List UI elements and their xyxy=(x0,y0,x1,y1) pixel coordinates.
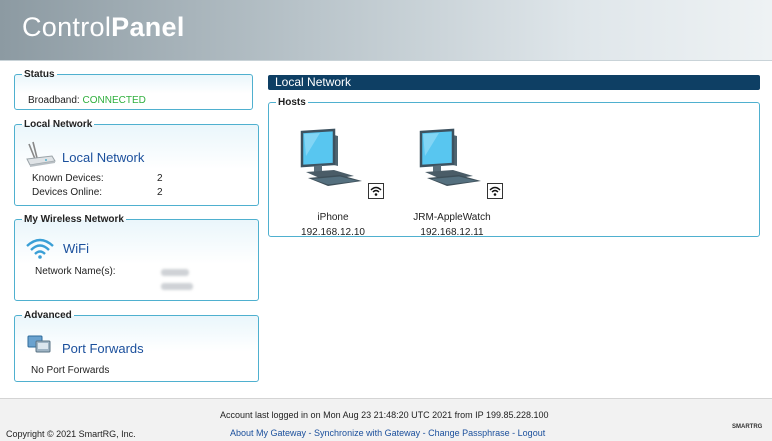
local-network-link[interactable]: Local Network xyxy=(62,150,144,165)
link-separator: - xyxy=(306,428,315,438)
main-title-bar: Local Network xyxy=(268,75,760,90)
main-title: Local Network xyxy=(275,75,352,89)
advanced-panel: Advanced Port Forwards No Port Forwards xyxy=(14,310,259,382)
broadband-status: Broadband: CONNECTED xyxy=(28,95,146,106)
synchronize-gateway-link[interactable]: Synchronize with Gateway xyxy=(314,428,420,438)
wireless-panel: My Wireless Network WiFi Network Name(s)… xyxy=(14,214,259,301)
host-ip: 192.168.12.10 xyxy=(301,227,365,238)
logo-part1: Control xyxy=(22,12,112,42)
link-separator: - xyxy=(509,428,518,438)
port-forward-icon xyxy=(25,330,53,359)
network-name-1-redacted xyxy=(161,269,189,276)
host-name: iPhone xyxy=(317,212,349,223)
devices-online-label: Devices Online: xyxy=(32,187,103,198)
wifi-icon xyxy=(25,237,55,262)
change-passphrase-link[interactable]: Change Passphrase xyxy=(428,428,510,438)
logout-link[interactable]: Logout xyxy=(518,428,546,438)
devices-online-value: 2 xyxy=(157,187,163,198)
broadband-value: CONNECTED xyxy=(82,95,146,106)
port-forwards-link[interactable]: Port Forwards xyxy=(62,341,144,356)
header-bar: ControlPanel xyxy=(0,0,772,61)
hosts-legend: Hosts xyxy=(278,97,306,108)
footer: Copyright © 2021 SmartRG, Inc. Account l… xyxy=(0,398,772,441)
broadband-label: Broadband: xyxy=(28,95,80,106)
app-logo: ControlPanel xyxy=(22,12,185,43)
account-login-info: Account last logged in on Mon Aug 23 21:… xyxy=(220,410,549,420)
link-separator: - xyxy=(420,428,429,438)
hosts-panel: Hosts iPhone 192.168.12.10 JRM-AppleWatc… xyxy=(268,97,760,238)
computer-icon xyxy=(300,128,366,191)
local-network-legend: Local Network xyxy=(24,119,93,130)
host-ip: 192.168.12.11 xyxy=(420,227,484,238)
status-legend: Status xyxy=(24,69,55,80)
status-panel: Status Broadband: CONNECTED xyxy=(14,69,253,110)
wifi-link[interactable]: WiFi xyxy=(63,241,89,256)
known-devices-label: Known Devices: xyxy=(32,173,104,184)
wireless-legend: My Wireless Network xyxy=(24,214,124,225)
host-name: JRM-AppleWatch xyxy=(413,212,491,223)
host-item[interactable]: iPhone 192.168.12.10 xyxy=(278,128,388,248)
advanced-legend: Advanced xyxy=(24,310,72,321)
network-name-2-redacted xyxy=(161,283,193,290)
copyright-text: Copyright © 2021 SmartRG, Inc. xyxy=(6,429,136,439)
computer-icon xyxy=(419,128,485,191)
wifi-icon xyxy=(487,183,503,199)
known-devices-value: 2 xyxy=(157,173,163,184)
footer-links: About My Gateway - Synchronize with Gate… xyxy=(230,428,545,438)
brand-logo: SMARTRG xyxy=(732,424,763,430)
host-item[interactable]: JRM-AppleWatch 192.168.12.11 xyxy=(397,128,507,248)
about-gateway-link[interactable]: About My Gateway xyxy=(230,428,306,438)
local-network-panel: Local Network Local Network Known Device… xyxy=(14,119,259,206)
network-names-label: Network Name(s): xyxy=(35,266,116,277)
logo-part2: Panel xyxy=(111,12,185,42)
port-forwards-status: No Port Forwards xyxy=(31,365,110,376)
router-icon xyxy=(24,141,56,170)
wifi-icon xyxy=(368,183,384,199)
